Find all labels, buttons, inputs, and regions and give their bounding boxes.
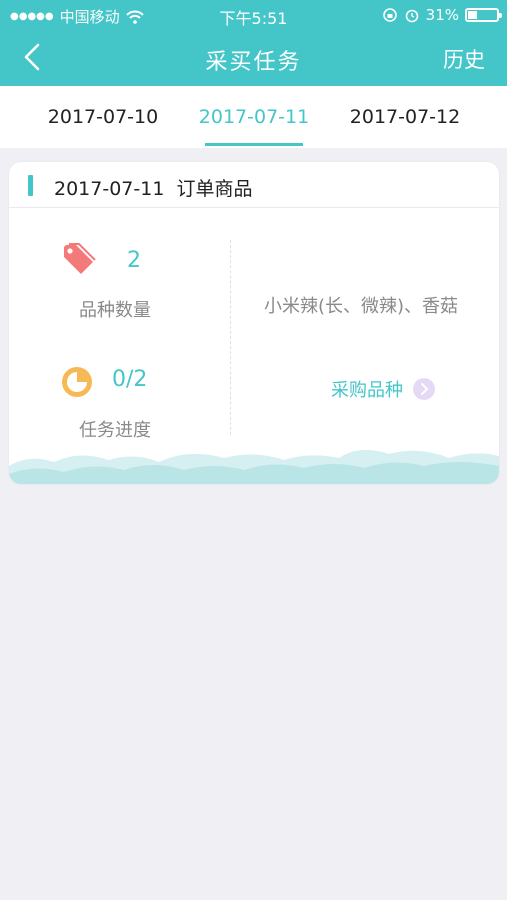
tab-active-indicator [205, 143, 303, 146]
kind-label: 品种数量 [79, 300, 151, 321]
card-title: 2017-07-11 订单商品 [54, 178, 253, 200]
progress-label: 任务进度 [79, 420, 151, 441]
header: ●●●●● 中国移动 下午5:51 31% 采买任务 历史 [0, 0, 507, 86]
alarm-icon [405, 9, 418, 23]
card-header: 2017-07-11 订单商品 [9, 162, 499, 208]
tag-icon [64, 243, 96, 274]
purchase-link-label: 采购品种 [331, 380, 403, 401]
progress-value: 0/2 [112, 367, 148, 392]
wave-decoration [9, 449, 499, 484]
chevron-right-circle-icon [413, 378, 435, 400]
page-title: 采买任务 [205, 50, 302, 75]
order-card: 2017-07-11 订单商品 2 品种数量 0/2 任务进度 小米辣(长、微辣… [9, 162, 499, 484]
tab-date-2[interactable]: 2017-07-11 [179, 106, 329, 128]
tab-date-1[interactable]: 2017-07-10 [28, 106, 178, 128]
column-divider [230, 240, 231, 435]
date-tabs: 2017-07-10 2017-07-11 2017-07-12 [0, 86, 507, 148]
history-button[interactable]: 历史 [443, 44, 485, 74]
rotation-lock-icon [382, 8, 397, 22]
goods-list: 小米辣(长、微辣)、香菇 [264, 296, 459, 317]
tab-date-3[interactable]: 2017-07-12 [330, 106, 480, 128]
battery-icon [465, 8, 502, 22]
pie-progress-icon [62, 367, 92, 397]
status-right: 31% [382, 6, 502, 24]
status-bar: ●●●●● 中国移动 下午5:51 31% [0, 0, 507, 30]
header-accent-bar [28, 175, 33, 196]
navbar: 采买任务 历史 [0, 30, 507, 86]
purchase-varieties-link[interactable]: 采购品种 [331, 376, 435, 402]
kind-count: 2 [127, 248, 141, 273]
battery-percent: 31% [425, 6, 459, 24]
